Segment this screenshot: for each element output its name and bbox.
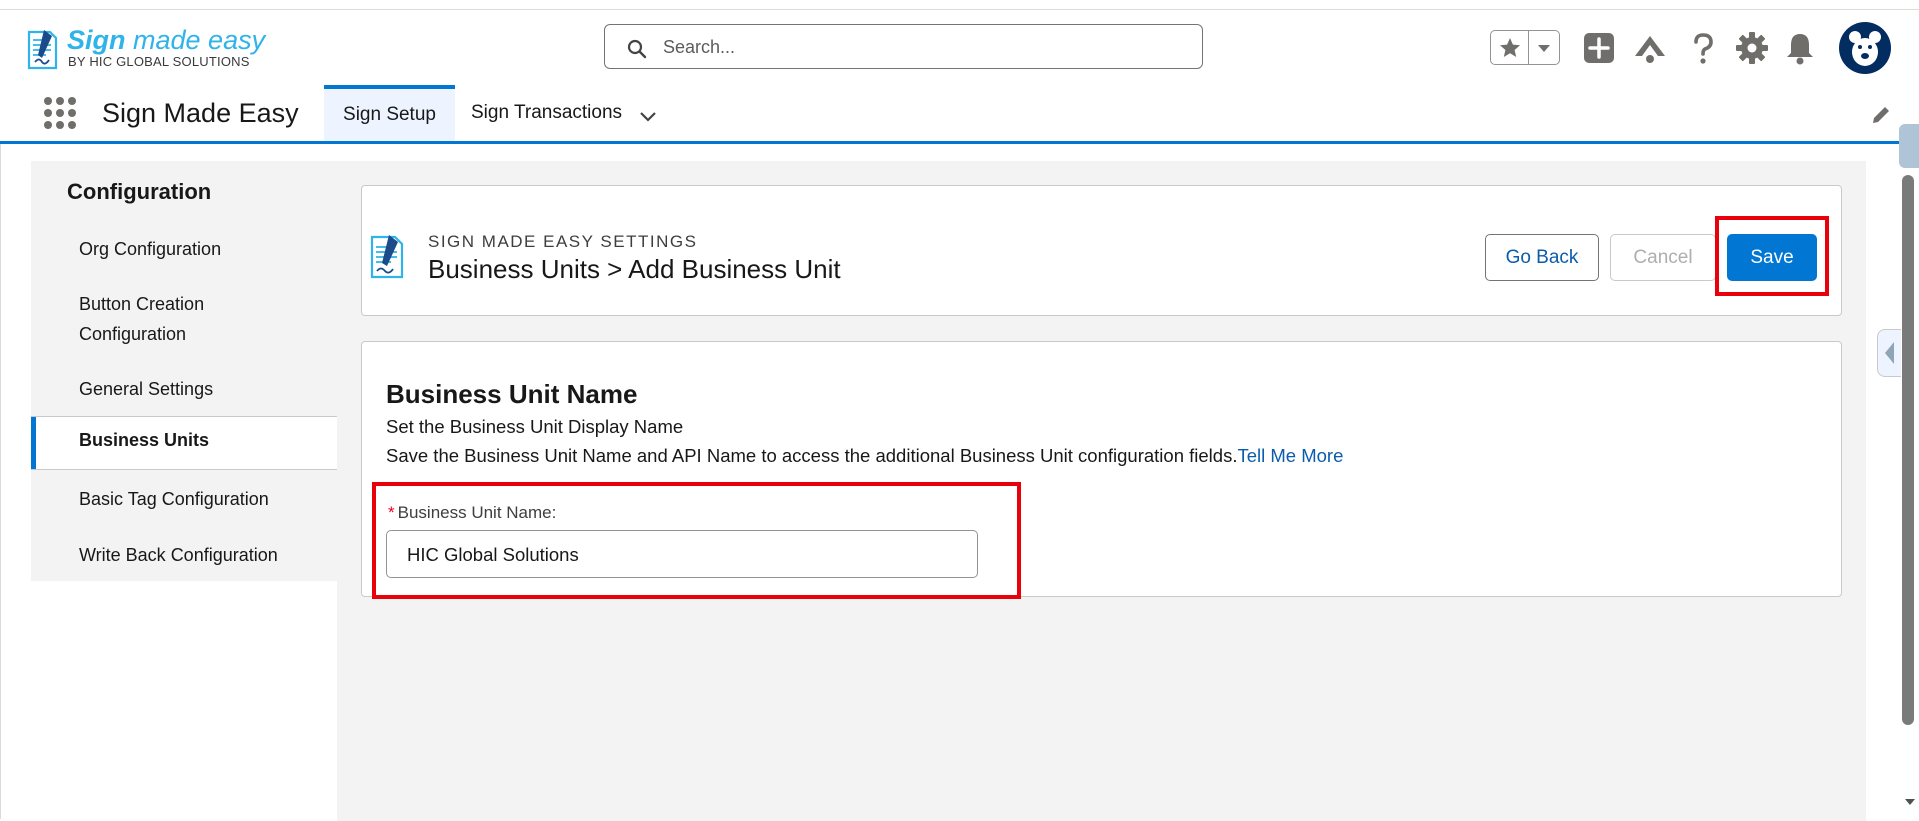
scrollbar-thumb[interactable] <box>1902 175 1914 725</box>
logo-document-icon <box>27 30 58 70</box>
sidebar-item-label: Business Units <box>79 430 210 450</box>
sidebar-bottom-space <box>31 581 337 821</box>
favorites-button-group[interactable] <box>1490 30 1560 65</box>
section-help-text: Save the Business Unit Name and API Name… <box>386 445 1343 467</box>
logo-wordmark: Sign made easy <box>67 25 266 55</box>
bear-avatar-icon <box>1849 31 1881 66</box>
cancel-button[interactable]: Cancel <box>1610 234 1716 281</box>
sidebar-item-basic-tag-configuration[interactable]: Basic Tag Configuration <box>79 484 319 514</box>
settings-document-icon <box>370 235 404 279</box>
help-icon[interactable] <box>1685 30 1721 66</box>
utility-panel-handle[interactable] <box>1899 124 1919 168</box>
chevron-left-icon <box>1885 342 1894 364</box>
logo-tagline: BY HIC GLOBAL SOLUTIONS <box>68 54 250 69</box>
setup-gear-icon[interactable] <box>1734 30 1770 66</box>
section-description: Set the Business Unit Display Name <box>386 416 684 437</box>
tell-me-more-link[interactable]: Tell Me More <box>1237 445 1343 466</box>
side-panel-toggle[interactable] <box>1877 329 1901 377</box>
avatar[interactable] <box>1839 22 1891 74</box>
header-eyebrow: SIGN MADE EASY SETTINGS <box>428 232 698 251</box>
go-back-button[interactable]: Go Back <box>1485 234 1599 281</box>
trailhead-icon[interactable] <box>1632 30 1668 66</box>
favorites-divider <box>1528 31 1529 64</box>
sidebar-item-business-units[interactable]: Business Units <box>31 416 337 470</box>
favorites-star-icon[interactable] <box>1498 36 1522 60</box>
active-indicator <box>31 417 36 469</box>
notifications-bell-icon[interactable] <box>1782 30 1818 66</box>
window-top-edge <box>0 0 1919 10</box>
section-title: Business Unit Name <box>386 379 638 409</box>
sidebar-item-write-back-configuration[interactable]: Write Back Configuration <box>79 540 319 570</box>
scroll-down-arrow-icon[interactable] <box>1904 798 1916 806</box>
app-name: Sign Made Easy <box>102 98 299 128</box>
app-launcher-waffle-icon[interactable] <box>43 96 77 130</box>
config-sidebar <box>31 161 337 581</box>
save-highlight-box <box>1715 216 1829 296</box>
tab-label: Sign Setup <box>343 104 436 125</box>
global-search-box[interactable] <box>604 24 1203 69</box>
sidebar-item-button-creation-configuration[interactable]: Button Creation Configuration <box>79 289 279 349</box>
add-icon[interactable] <box>1581 30 1617 66</box>
chevron-down-icon[interactable] <box>1537 44 1551 53</box>
edit-nav-pencil-icon[interactable] <box>1870 104 1892 126</box>
chevron-down-icon[interactable] <box>638 106 658 126</box>
field-highlight-box <box>372 482 1021 599</box>
help-text: Save the Business Unit Name and API Name… <box>386 445 1238 466</box>
sidebar-item-org-configuration[interactable]: Org Configuration <box>79 234 319 264</box>
sidebar-title: Configuration <box>67 179 212 204</box>
tab-sign-setup[interactable]: Sign Setup <box>324 85 455 141</box>
search-icon <box>627 39 647 59</box>
search-input[interactable] <box>661 31 1185 63</box>
page-title: Business Units > Add Business Unit <box>428 254 841 284</box>
tab-sign-transactions[interactable]: Sign Transactions <box>471 102 622 124</box>
sidebar-item-general-settings[interactable]: General Settings <box>79 374 319 404</box>
